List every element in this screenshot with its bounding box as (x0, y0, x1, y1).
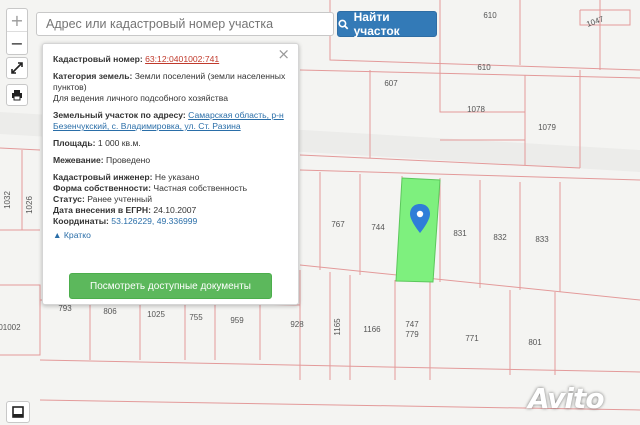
zoom-in-button[interactable]: + (7, 9, 27, 31)
map-label: 771 (465, 334, 479, 343)
address-label: Земельный участок по адресу: (53, 110, 186, 120)
map-label: 928 (290, 320, 304, 329)
map-label: 747 (405, 320, 419, 329)
map-label: 607 (384, 79, 398, 88)
coordinates-label: Координаты: (53, 216, 109, 226)
status-value: Ранее учтенный (87, 194, 152, 204)
survey-label: Межевание: (53, 155, 104, 165)
layers-button[interactable] (6, 401, 30, 423)
expand-icon (11, 62, 23, 74)
map-label: 959 (230, 316, 244, 325)
map-label: 1025 (147, 310, 165, 319)
print-button[interactable] (6, 84, 28, 106)
map-label: 801 (528, 338, 542, 347)
search-input[interactable] (36, 12, 334, 36)
map-label: 767 (331, 220, 345, 229)
area-label: Площадь: (53, 138, 96, 148)
map-label: 1166 (363, 325, 381, 334)
status-label: Статус: (53, 194, 85, 204)
engineer-value: Не указано (154, 172, 200, 182)
caret-up-icon: ▲ (53, 230, 62, 240)
zoom-out-button[interactable]: − (7, 31, 27, 54)
printer-icon (12, 90, 22, 101)
map-label: 1078 (467, 105, 485, 114)
close-icon[interactable]: × (277, 47, 290, 62)
search-icon (338, 19, 349, 30)
land-usage-value: Для ведения личного подсобного хозяйства (53, 93, 228, 103)
map-label: 1032 (3, 191, 12, 209)
map-label: 755 (189, 313, 203, 322)
parcel-info-panel: × Кадастровый номер: 63:12:0401002:741 К… (42, 43, 299, 305)
map-label: 1026 (25, 196, 34, 214)
land-category-label: Категория земель: (53, 71, 133, 81)
collapse-link[interactable]: ▲ Кратко (53, 230, 288, 241)
map-label: 744 (371, 223, 385, 232)
map-label: 833 (535, 235, 549, 244)
map-label: 610 (477, 63, 491, 72)
engineer-label: Кадастровый инженер: (53, 172, 153, 182)
cadastral-number-label: Кадастровый номер: (53, 54, 143, 64)
square-icon (12, 406, 24, 418)
survey-value: Проведено (106, 155, 151, 165)
map-label: 832 (493, 233, 507, 242)
ownership-label: Форма собственности: (53, 183, 151, 193)
collapse-label: Кратко (63, 230, 91, 240)
map-label: 0401002 (0, 323, 21, 332)
search-button[interactable]: Найти участок (337, 10, 437, 38)
zoom-control: + − (6, 8, 28, 55)
ownership-value: Частная собственность (153, 183, 248, 193)
egrn-date-value: 24.10.2007 (153, 205, 197, 215)
map-label: 1165 (333, 318, 342, 336)
fullscreen-button[interactable] (6, 57, 28, 79)
area-value: 1 000 кв.м. (97, 138, 141, 148)
search-button-label: Найти участок (353, 10, 400, 38)
egrn-date-label: Дата внесения в ЕГРН: (53, 205, 151, 215)
coordinates-value[interactable]: 53.126229, 49.336999 (111, 216, 197, 226)
view-documents-button[interactable]: Посмотреть доступные документы (69, 273, 272, 299)
avito-watermark: Avito (528, 382, 605, 415)
map-label: 793 (58, 304, 72, 313)
cadastral-number-link[interactable]: 63:12:0401002:741 (145, 54, 219, 64)
map-label: 806 (103, 307, 117, 316)
map-label: 1079 (538, 123, 556, 132)
map-label: 610 (483, 11, 497, 20)
map-label: 779 (405, 330, 419, 339)
map-label: 831 (453, 229, 467, 238)
